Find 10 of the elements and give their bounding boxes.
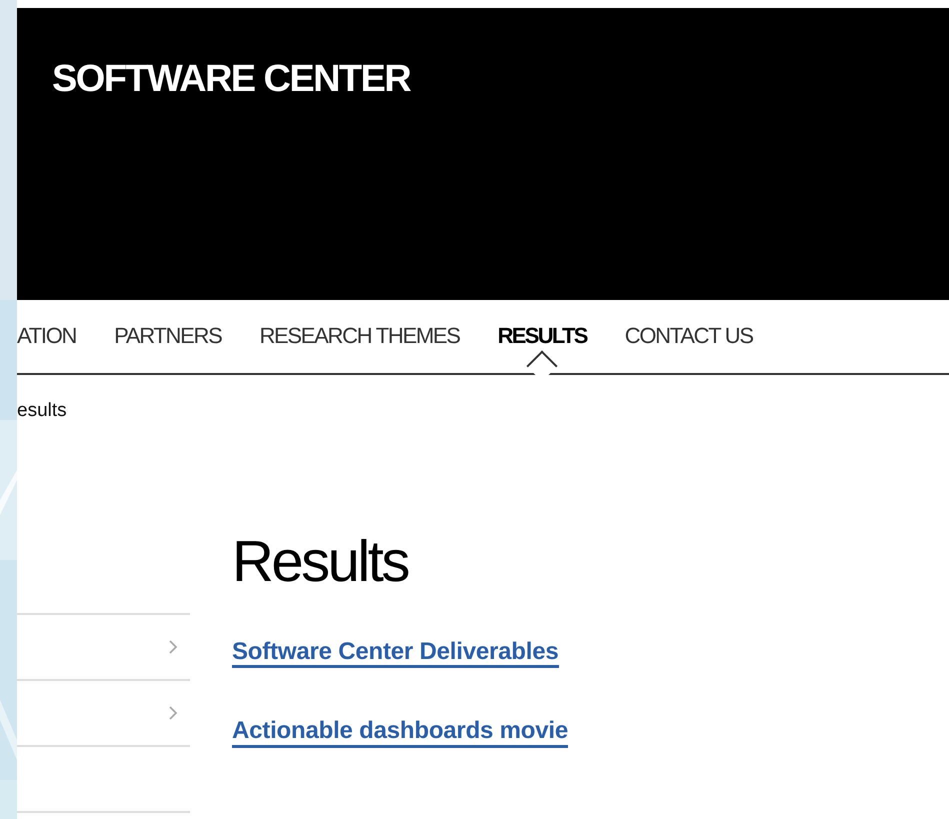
nav-tab[interactable]: PARTNERS [114,323,222,350]
page-heading: Results [232,530,408,594]
nav-tab[interactable]: CONTACT US [624,323,753,350]
result-link[interactable]: Actionable dashboards movie [232,718,568,748]
nav-tab[interactable]: RESEARCH THEMES [259,323,460,350]
nav-tab[interactable]: ATION [17,323,76,350]
site-title: SOFTWARE CENTER [52,60,410,98]
result-link[interactable]: Software Center Deliverables [232,638,559,668]
nav-tab[interactable]: RESULTS [498,323,587,350]
breadcrumb: esults [17,400,67,423]
